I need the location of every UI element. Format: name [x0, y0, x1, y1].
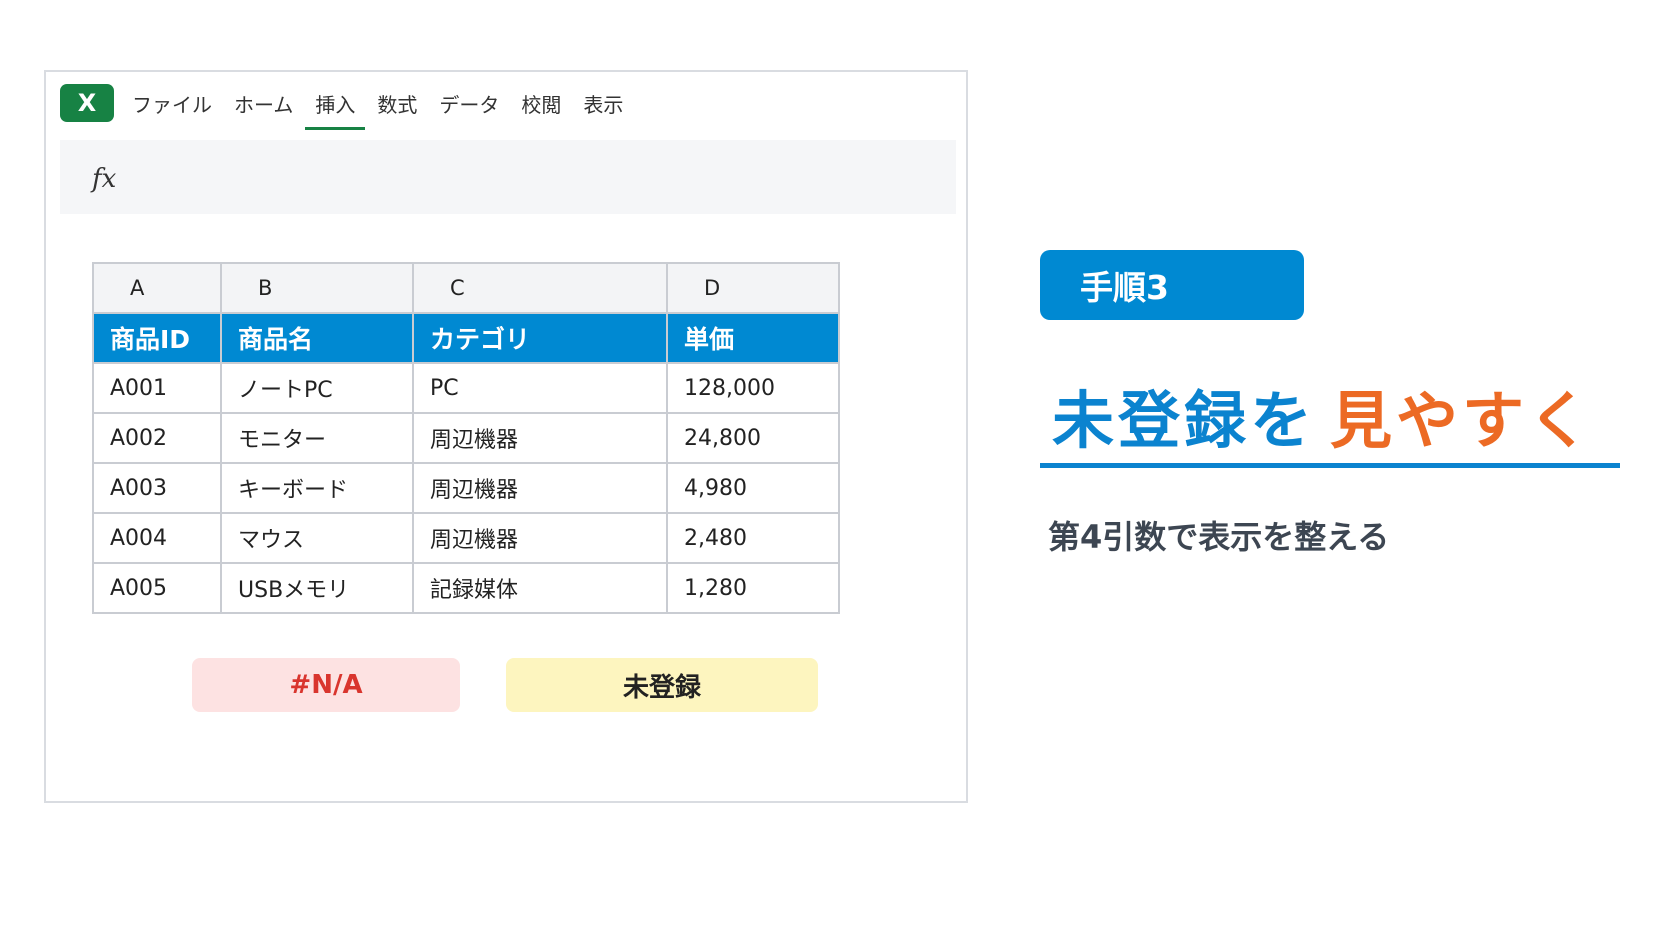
- tab-data[interactable]: データ: [439, 89, 499, 118]
- cell[interactable]: 周辺機器: [412, 462, 668, 514]
- table-row: A002 モニター 周辺機器 24,800: [92, 412, 840, 464]
- table-row: A003 キーボード 周辺機器 4,980: [92, 462, 840, 514]
- headline: 未登録を 見やすく: [1052, 370, 1594, 460]
- cell[interactable]: 周辺機器: [412, 512, 668, 564]
- column-header-row: A B C D: [92, 262, 840, 314]
- cell[interactable]: 24,800: [666, 412, 840, 464]
- header-cell[interactable]: カテゴリ: [412, 312, 668, 364]
- menu-bar: X ファイル ホーム 挿入 数式 データ 校閲 表示: [60, 84, 940, 134]
- header-cell[interactable]: 商品名: [220, 312, 414, 364]
- fx-icon: fx: [92, 164, 117, 194]
- cell[interactable]: 2,480: [666, 512, 840, 564]
- excel-logo-icon: X: [60, 84, 114, 122]
- cell[interactable]: マウス: [220, 512, 414, 564]
- step-label: 手順3: [1040, 250, 1304, 320]
- tab-home[interactable]: ホーム: [234, 89, 293, 118]
- cell[interactable]: 周辺機器: [412, 412, 668, 464]
- cell[interactable]: モニター: [220, 412, 414, 464]
- table-row: A004 マウス 周辺機器 2,480: [92, 512, 840, 564]
- table-row: A005 USBメモリ 記録媒体 1,280: [92, 562, 840, 614]
- formula-bar[interactable]: fx: [60, 140, 956, 214]
- header-cell[interactable]: 商品ID: [92, 312, 222, 364]
- cell[interactable]: A002: [92, 412, 222, 464]
- column-header-c[interactable]: C: [412, 262, 668, 314]
- column-header-a[interactable]: A: [92, 262, 222, 314]
- tab-insert[interactable]: 挿入: [305, 89, 366, 130]
- cell[interactable]: 128,000: [666, 362, 840, 414]
- tab-formulas[interactable]: 数式: [377, 89, 417, 118]
- table-row: A001 ノートPC PC 128,000: [92, 362, 840, 414]
- tab-review[interactable]: 校閲: [521, 89, 561, 118]
- spreadsheet-grid: A B C D 商品ID 商品名 カテゴリ 単価 A001 ノートPC PC 1…: [92, 262, 840, 614]
- subtitle: 第4引数で表示を整える: [1048, 518, 1390, 556]
- unregistered-badge: 未登録: [506, 658, 818, 712]
- header-cell[interactable]: 単価: [666, 312, 840, 364]
- tab-view[interactable]: 表示: [583, 89, 623, 118]
- cell[interactable]: キーボード: [220, 462, 414, 514]
- headline-orange: 見やすく: [1330, 384, 1595, 457]
- column-header-d[interactable]: D: [666, 262, 840, 314]
- table-header-row: 商品ID 商品名 カテゴリ 単価: [92, 312, 840, 364]
- cell[interactable]: ノートPC: [220, 362, 414, 414]
- headline-blue: 未登録を: [1052, 384, 1317, 457]
- cell[interactable]: USBメモリ: [220, 562, 414, 614]
- cell[interactable]: A003: [92, 462, 222, 514]
- tab-file[interactable]: ファイル: [132, 89, 212, 118]
- ribbon-tabs: ファイル ホーム 挿入 数式 データ 校閲 表示: [132, 84, 645, 130]
- column-header-b[interactable]: B: [220, 262, 414, 314]
- cell[interactable]: 記録媒体: [412, 562, 668, 614]
- cell[interactable]: 1,280: [666, 562, 840, 614]
- na-error-badge: #N/A: [192, 658, 460, 712]
- cell[interactable]: A005: [92, 562, 222, 614]
- cell[interactable]: A004: [92, 512, 222, 564]
- cell[interactable]: 4,980: [666, 462, 840, 514]
- headline-underline: [1040, 463, 1620, 468]
- excel-window: X ファイル ホーム 挿入 数式 データ 校閲 表示 fx A B C D 商品…: [44, 70, 968, 803]
- cell[interactable]: A001: [92, 362, 222, 414]
- cell[interactable]: PC: [412, 362, 668, 414]
